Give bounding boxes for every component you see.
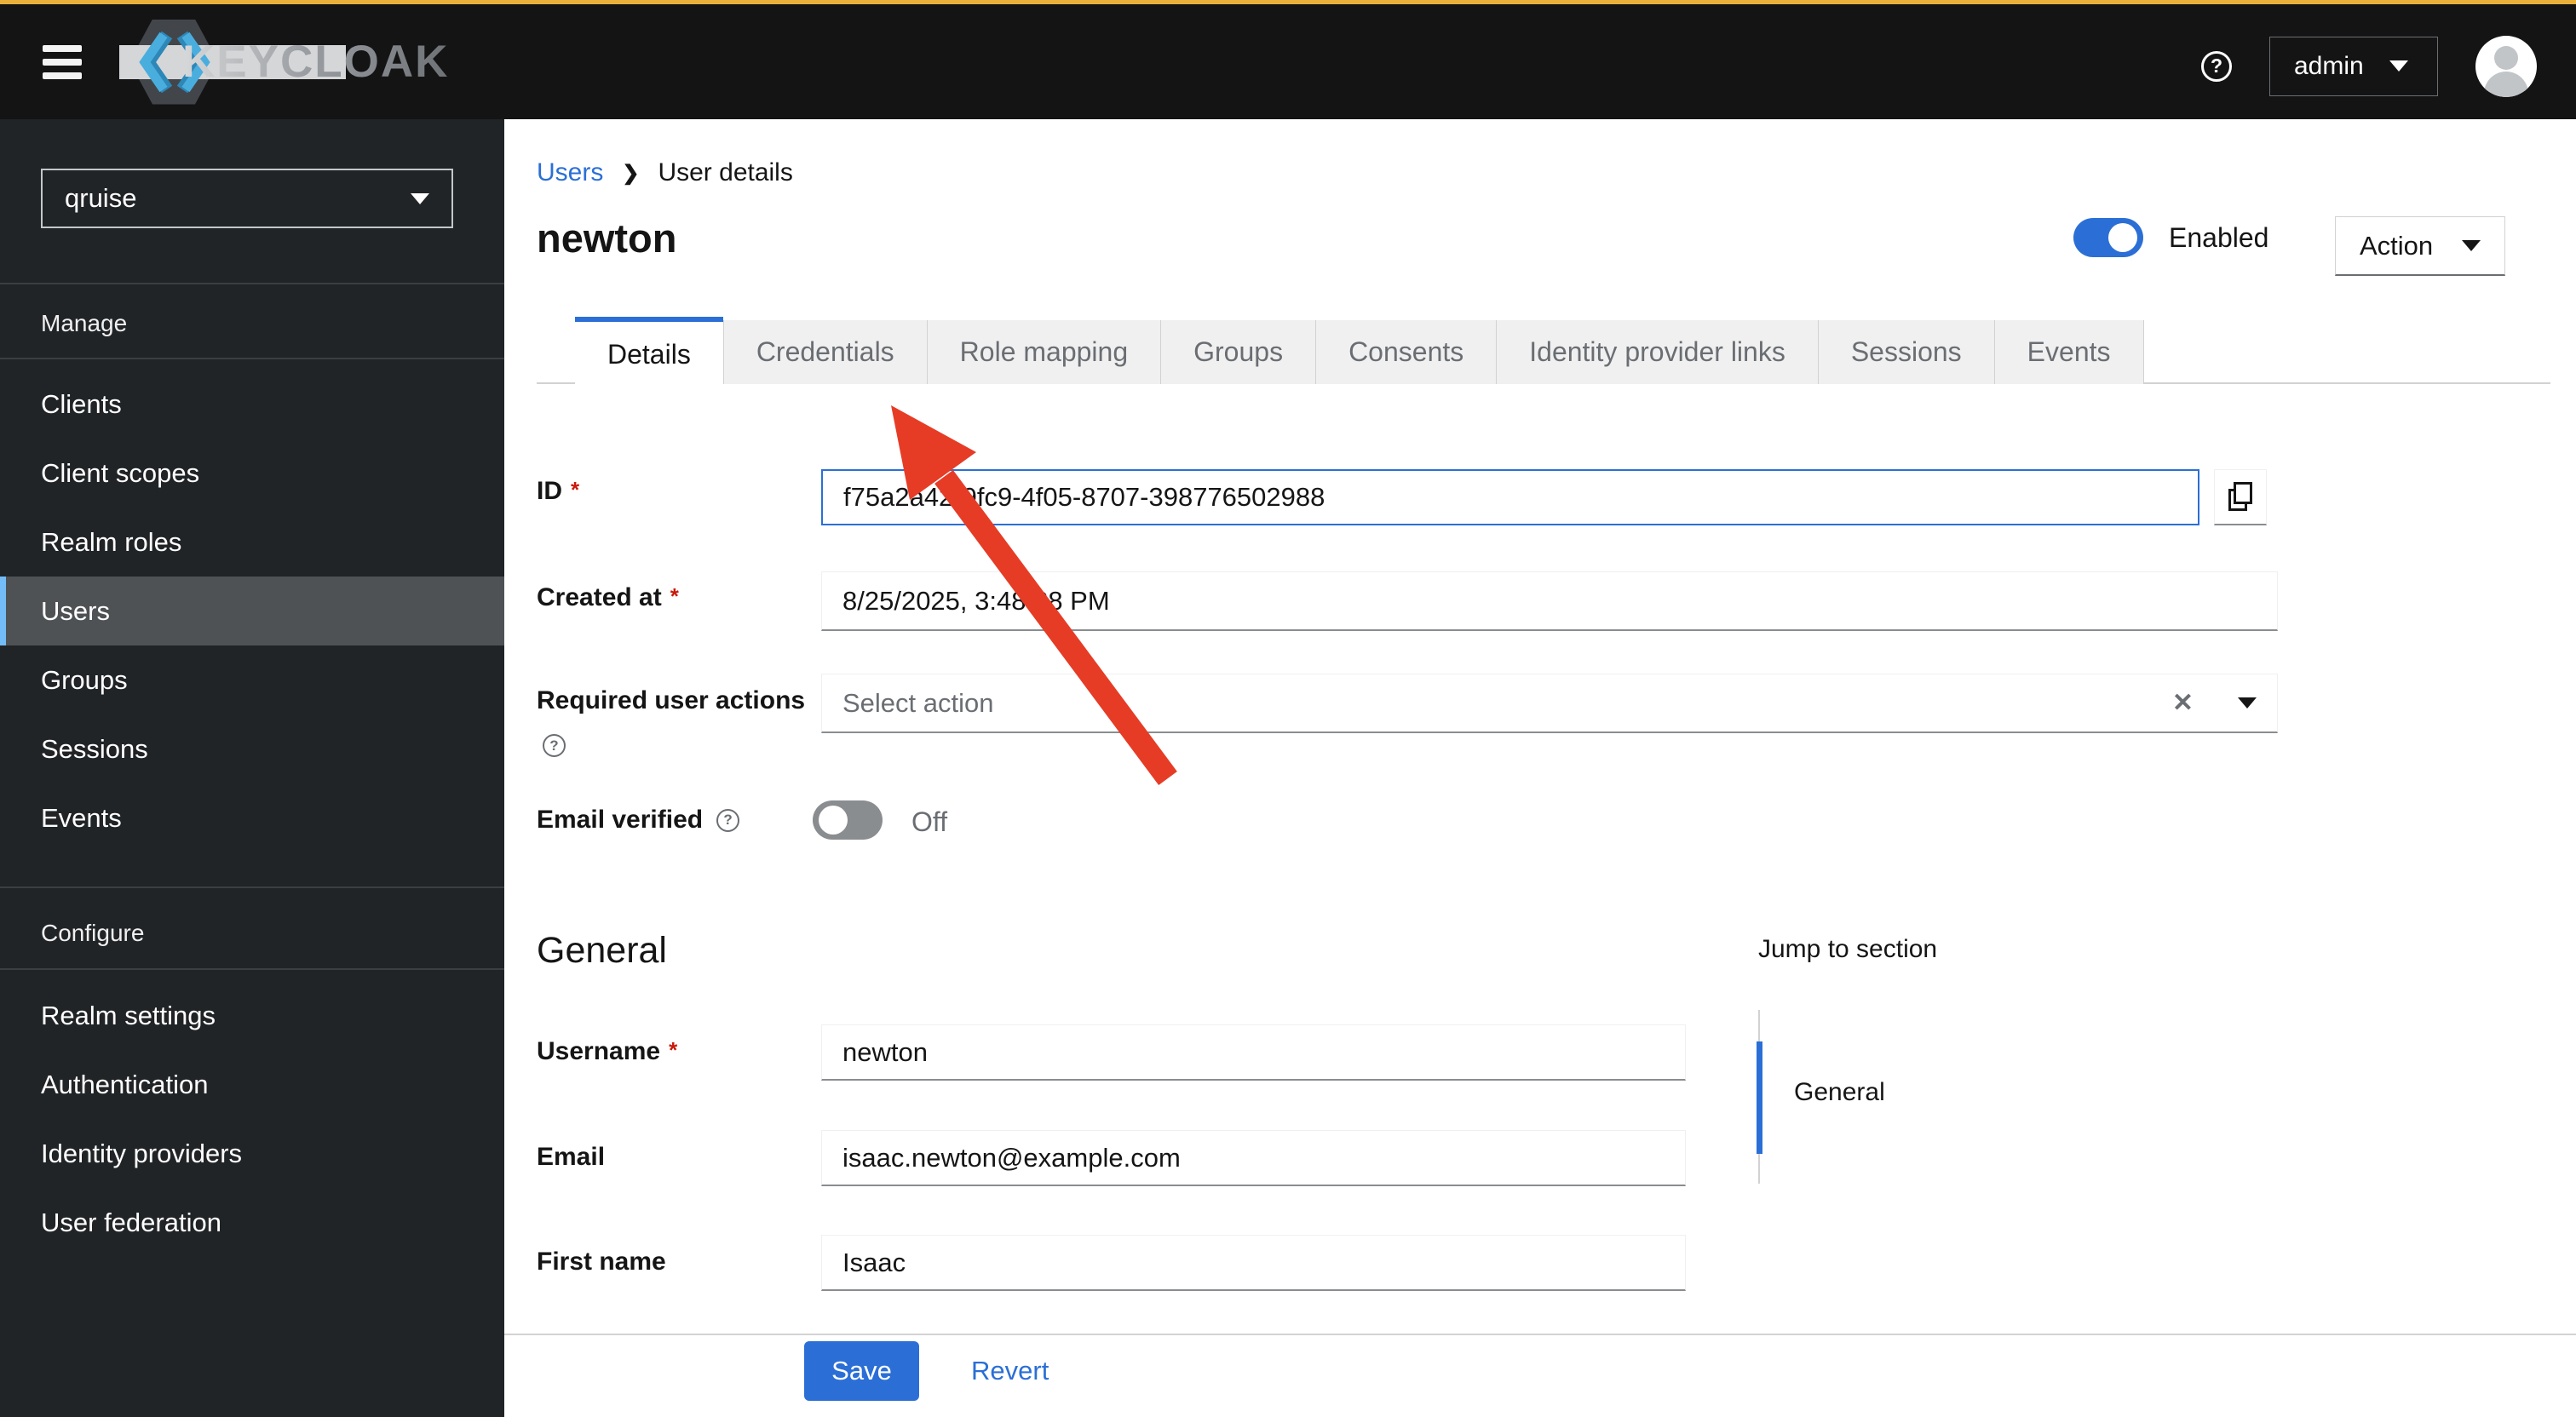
general-section-title: General [537, 930, 667, 971]
required-marker: * [670, 583, 679, 609]
copy-icon [2228, 482, 2252, 511]
username-label: Username * [537, 1037, 678, 1065]
save-button[interactable]: Save [804, 1341, 919, 1401]
user-menu-label: admin [2294, 51, 2364, 80]
email-verified-label: Email verified ? [537, 806, 740, 835]
sidebar-item-client-scopes[interactable]: Client scopes [0, 439, 504, 508]
divider [0, 283, 504, 284]
email-input[interactable] [821, 1130, 1686, 1186]
required-marker: * [571, 477, 580, 502]
masthead: KEYCLOAK ? admin [0, 0, 2576, 119]
chevron-right-icon: ❯ [622, 161, 640, 185]
sidebar-item-realm-settings[interactable]: Realm settings [0, 981, 504, 1050]
realm-selector[interactable]: qruise [41, 169, 453, 228]
required-marker: * [669, 1037, 678, 1063]
enabled-label: Enabled [2169, 221, 2269, 253]
action-dropdown-label: Action [2360, 230, 2434, 261]
id-input[interactable] [821, 469, 2199, 525]
divider [0, 968, 504, 970]
keycloak-admin-console: KEYCLOAK ? admin qruise Manage Clients C… [0, 0, 2576, 1417]
breadcrumb-users-link[interactable]: Users [537, 158, 603, 187]
copy-button[interactable] [2214, 469, 2267, 525]
email-verified-toggle[interactable] [813, 800, 883, 840]
help-icon[interactable]: ? [2201, 50, 2232, 82]
page-title: newton [537, 215, 677, 261]
tab-sessions[interactable]: Sessions [1817, 320, 1994, 384]
enabled-row: Enabled [2073, 218, 2268, 257]
jump-item-general[interactable]: General [1794, 1078, 1885, 1107]
id-label: ID * [537, 477, 580, 505]
tab-consents[interactable]: Consents [1315, 320, 1497, 384]
first-name-label: First name [537, 1248, 666, 1276]
divider [504, 1334, 2576, 1335]
email-verified-state: Off [911, 806, 948, 837]
hamburger-menu-icon[interactable] [43, 44, 82, 79]
chevron-down-icon[interactable] [2238, 697, 2257, 708]
tab-details[interactable]: Details [575, 317, 723, 387]
tab-identity-provider-links[interactable]: Identity provider links [1496, 320, 1818, 384]
select-placeholder: Select action [842, 687, 994, 718]
breadcrumb-current: User details [658, 158, 793, 186]
realm-selector-value: qruise [65, 183, 137, 213]
help-icon[interactable]: ? [716, 808, 740, 832]
jump-nav-active-indicator [1757, 1041, 1762, 1154]
sidebar-item-identity-providers[interactable]: Identity providers [0, 1119, 504, 1188]
masthead-right: ? admin [2201, 9, 2537, 123]
sidebar-item-groups[interactable]: Groups [0, 645, 504, 714]
help-icon[interactable]: ? [543, 734, 566, 757]
action-dropdown[interactable]: Action [2335, 216, 2505, 276]
tab-role-mapping[interactable]: Role mapping [926, 320, 1161, 384]
tab-bar: Details Credentials Role mapping Groups … [537, 317, 2550, 387]
avatar[interactable] [2475, 35, 2537, 97]
chevron-down-icon [2389, 60, 2408, 72]
sidebar: qruise Manage Clients Client scopes Real… [0, 119, 504, 1417]
sidebar-item-events[interactable]: Events [0, 783, 504, 852]
enabled-toggle[interactable] [2073, 218, 2143, 257]
tab-groups[interactable]: Groups [1160, 320, 1316, 384]
tab-credentials[interactable]: Credentials [722, 320, 927, 384]
sidebar-item-clients[interactable]: Clients [0, 370, 504, 439]
divider [0, 886, 504, 888]
clear-selection-icon[interactable]: ✕ [2172, 688, 2194, 718]
first-name-input[interactable] [821, 1235, 1686, 1291]
username-input[interactable] [821, 1024, 1686, 1081]
main-content: Users ❯ User details newton Enabled Acti… [504, 119, 2576, 1417]
created-at-label: Created at * [537, 583, 679, 611]
sidebar-item-user-federation[interactable]: User federation [0, 1188, 504, 1257]
created-at-input[interactable] [821, 571, 2278, 631]
sidebar-item-sessions[interactable]: Sessions [0, 714, 504, 783]
user-menu-dropdown[interactable]: admin [2269, 36, 2438, 96]
required-user-actions-label: Required user actions [537, 686, 806, 714]
breadcrumb: Users ❯ User details [537, 158, 793, 187]
brand-text: KEYCLOAK [182, 37, 450, 87]
keycloak-logo: KEYCLOAK [119, 19, 450, 105]
sidebar-item-realm-roles[interactable]: Realm roles [0, 508, 504, 577]
email-label: Email [537, 1143, 606, 1171]
chevron-down-icon [411, 192, 429, 204]
nav-section-configure: Configure [41, 920, 145, 946]
sidebar-item-authentication[interactable]: Authentication [0, 1050, 504, 1119]
chevron-down-icon [2462, 240, 2481, 251]
tab-events[interactable]: Events [1993, 320, 2144, 384]
nav-section-manage: Manage [41, 310, 128, 336]
revert-link[interactable]: Revert [971, 1341, 1049, 1401]
sidebar-item-users[interactable]: Users [0, 577, 504, 645]
required-user-actions-select[interactable]: Select action ✕ [821, 674, 2278, 733]
divider [0, 358, 504, 359]
jump-to-section-title: Jump to section [1758, 935, 1938, 963]
